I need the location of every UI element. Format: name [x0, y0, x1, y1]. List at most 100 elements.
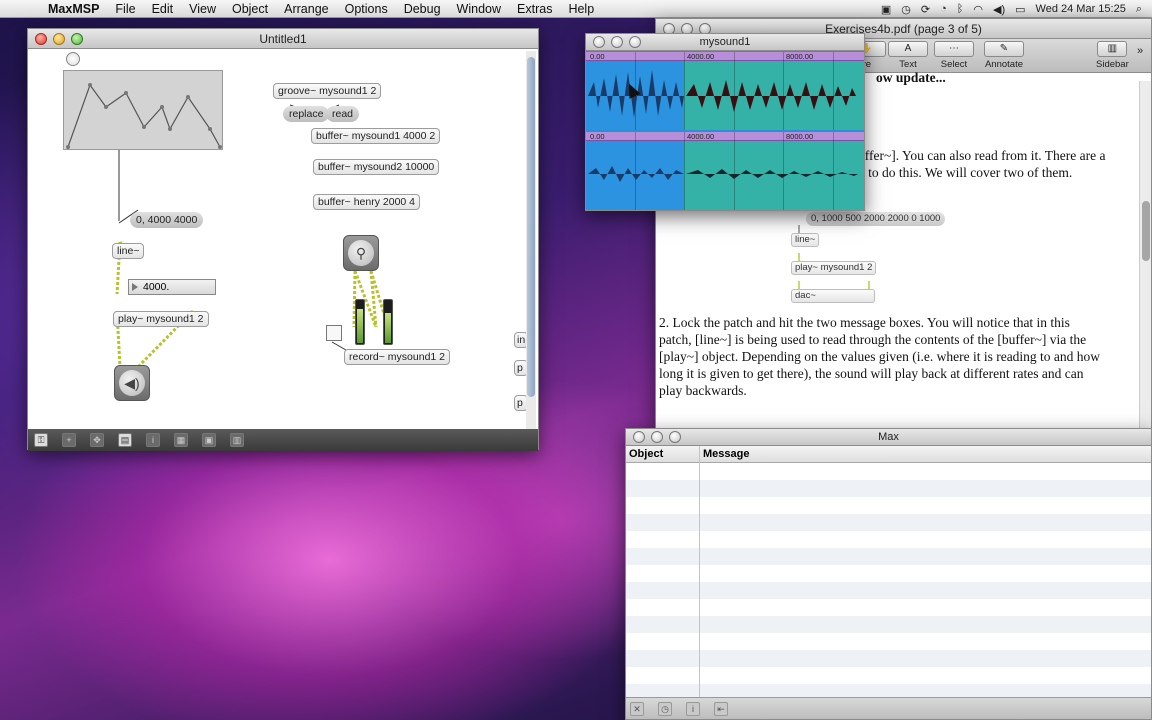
- breakpoint-curve: [66, 83, 222, 149]
- patch-window: Untitled1 groove~ mysound1 2 replace rea…: [27, 28, 539, 451]
- replace-message[interactable]: replace: [283, 106, 330, 122]
- battery-icon[interactable]: ▭: [1015, 3, 1025, 16]
- minimize-button[interactable]: [651, 431, 663, 443]
- menu-edit[interactable]: Edit: [144, 2, 182, 16]
- volume-icon[interactable]: ◀): [993, 3, 1005, 16]
- console-header: Object Message: [626, 446, 1151, 463]
- ezadc-button[interactable]: ⚲: [343, 235, 379, 271]
- toolbar-overflow-icon[interactable]: »: [1137, 45, 1143, 57]
- close-button[interactable]: [593, 36, 605, 48]
- column-divider[interactable]: [699, 446, 700, 699]
- inspector-icon[interactable]: i: [146, 433, 160, 447]
- speaker-icon: ◀): [119, 370, 145, 396]
- new-object-icon[interactable]: +: [62, 433, 76, 447]
- move-icon[interactable]: ✥: [90, 433, 104, 447]
- presentation-icon[interactable]: ▤: [118, 433, 132, 447]
- menu-view[interactable]: View: [181, 2, 224, 16]
- patch-toolbar: ⚿ + ✥ ▤ i ▦ ▣ ▥: [28, 429, 538, 451]
- lock-icon[interactable]: ⚿: [34, 433, 48, 447]
- menu-window[interactable]: Window: [449, 2, 509, 16]
- pdf-para2-line5: play backwards.: [659, 383, 747, 398]
- info-icon[interactable]: i: [686, 701, 700, 716]
- menu-options[interactable]: Options: [337, 2, 396, 16]
- vertical-scrollbar[interactable]: [526, 51, 536, 435]
- pdf-diagram-dac: dac~: [791, 289, 875, 303]
- groove-object[interactable]: groove~ mysound1 2: [273, 83, 382, 99]
- zoom-button[interactable]: [71, 33, 83, 45]
- menu-debug[interactable]: Debug: [396, 2, 449, 16]
- line-message[interactable]: 0, 4000 4000: [130, 212, 204, 228]
- clock-icon[interactable]: ◷: [658, 701, 672, 716]
- close-button[interactable]: [35, 33, 47, 45]
- number-box[interactable]: 4000.: [128, 279, 216, 295]
- menu-bar: MaxMSP File Edit View Object Arrange Opt…: [0, 0, 1152, 18]
- buffer-window: mysound1 0.00 4000.00 8000.00 0.00 4000.…: [585, 33, 865, 211]
- record-toggle[interactable]: [326, 325, 342, 341]
- read-message[interactable]: read: [326, 106, 360, 122]
- pdf-para1-line2: u to do this. We will cover two of them.: [858, 165, 1073, 180]
- menu-extras[interactable]: Extras: [509, 2, 560, 16]
- menu-arrange[interactable]: Arrange: [276, 2, 336, 16]
- console-toolbar: ✕ ◷ i ⇤: [626, 697, 1151, 719]
- pdf-para2-line1: 2. Lock the patch and hit the two messag…: [659, 315, 1070, 330]
- menubar-clock[interactable]: Wed 24 Mar 15:25: [1036, 3, 1126, 15]
- back-icon[interactable]: ⇤: [714, 701, 728, 716]
- waveform-channel-2[interactable]: 0.00 4000.00 8000.00: [586, 132, 864, 210]
- buffer-mysound2-object[interactable]: buffer~ mysound2 10000: [313, 159, 440, 175]
- minimize-button[interactable]: [611, 36, 623, 48]
- grid-icon[interactable]: ▦: [174, 433, 188, 447]
- screen-record-icon[interactable]: ▣: [881, 3, 891, 16]
- column-message[interactable]: Message: [703, 448, 749, 460]
- console-titlebar[interactable]: Max: [626, 429, 1151, 446]
- buffer-titlebar[interactable]: mysound1: [586, 34, 864, 51]
- text-icon: A: [888, 41, 928, 57]
- menu-app[interactable]: MaxMSP: [40, 2, 107, 16]
- menu-help[interactable]: Help: [560, 2, 602, 16]
- patch-titlebar[interactable]: Untitled1: [28, 29, 538, 49]
- pdf-diagram-play: play~ mysound1 2: [791, 261, 877, 275]
- tool-sidebar[interactable]: ▥ Sidebar: [1096, 41, 1129, 70]
- pdf-para2-line4: long it is given to get there), the soun…: [659, 366, 1084, 381]
- pdf-diagram-message: 0, 1000 500 2000 2000 0 1000: [806, 212, 946, 226]
- record-object[interactable]: record~ mysound1 2: [344, 349, 451, 365]
- menu-object[interactable]: Object: [224, 2, 276, 16]
- zoom-button[interactable]: [629, 36, 641, 48]
- function-graph[interactable]: [63, 70, 223, 150]
- minimize-button[interactable]: [53, 33, 65, 45]
- zoom-button[interactable]: [669, 431, 681, 443]
- close-button[interactable]: [633, 431, 645, 443]
- patch-canvas[interactable]: groove~ mysound1 2 replace read buffer~ …: [28, 49, 538, 443]
- pdf-para2-line2: patch, [line~] is being used to read thr…: [659, 332, 1087, 347]
- ezdac-button[interactable]: ◀): [114, 365, 150, 401]
- buffer-mysound1-object[interactable]: buffer~ mysound1 4000 2: [311, 128, 441, 144]
- time-machine-icon[interactable]: ◷: [901, 3, 911, 16]
- spotlight-icon[interactable]: ⌕: [1136, 3, 1142, 16]
- menu-file[interactable]: File: [107, 2, 143, 16]
- clock-icon[interactable]: ◔: [940, 3, 947, 15]
- pdf-diagram-line: line~: [791, 233, 820, 247]
- align-icon[interactable]: ▥: [230, 433, 244, 447]
- pdf-para2-line3: [play~] object. Depending on the values …: [659, 349, 1101, 364]
- line-object[interactable]: line~: [112, 243, 145, 259]
- pdf-heading-fragment: ow update...: [876, 70, 946, 85]
- console-title: Max: [878, 431, 899, 443]
- buffer-title: mysound1: [699, 36, 751, 48]
- max-console-window: Max Object Message ✕ ◷ i ⇤: [625, 428, 1152, 720]
- sidebar-icon: ▥: [1097, 41, 1128, 57]
- play-object[interactable]: play~ mysound1 2: [113, 311, 209, 327]
- console-rows[interactable]: [626, 463, 1151, 699]
- column-object[interactable]: Object: [629, 448, 663, 460]
- bang-button[interactable]: [66, 52, 80, 66]
- pdf-para1-line1: uffer~]. You can also read from it. Ther…: [858, 148, 1106, 163]
- tool-text[interactable]: A Text: [888, 41, 928, 70]
- annotate-icon: ✎: [984, 41, 1024, 57]
- snap-icon[interactable]: ▣: [202, 433, 216, 447]
- sync-icon[interactable]: ⟳: [921, 3, 930, 16]
- wifi-icon[interactable]: ◠: [973, 3, 983, 16]
- pdf-scrollbar[interactable]: [1139, 81, 1151, 429]
- bluetooth-icon[interactable]: ᛒ: [957, 3, 964, 15]
- tool-select[interactable]: ⋯ Select: [934, 41, 974, 70]
- tool-annotate[interactable]: ✎ Annotate: [984, 41, 1024, 70]
- clear-icon[interactable]: ✕: [630, 701, 644, 716]
- buffer-henry-object[interactable]: buffer~ henry 2000 4: [313, 194, 421, 210]
